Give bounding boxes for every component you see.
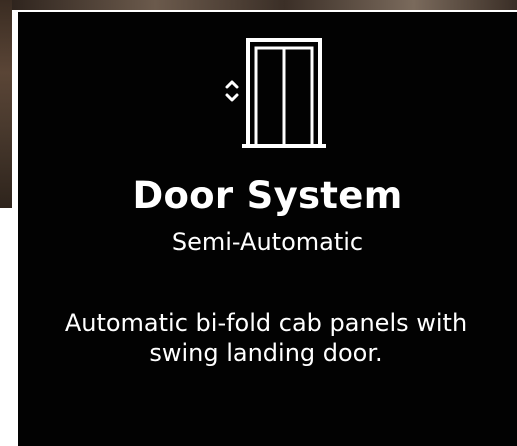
card-title: Door System	[132, 174, 403, 217]
feature-card: Door System Semi-Automatic Automatic bi-…	[14, 10, 517, 446]
card-description: Automatic bi-fold cab panels with swing …	[64, 309, 468, 367]
card-subtitle: Semi-Automatic	[171, 228, 364, 256]
background-photo	[0, 0, 12, 208]
elevator-door-icon	[224, 36, 334, 150]
background-photo-strip	[0, 0, 517, 10]
